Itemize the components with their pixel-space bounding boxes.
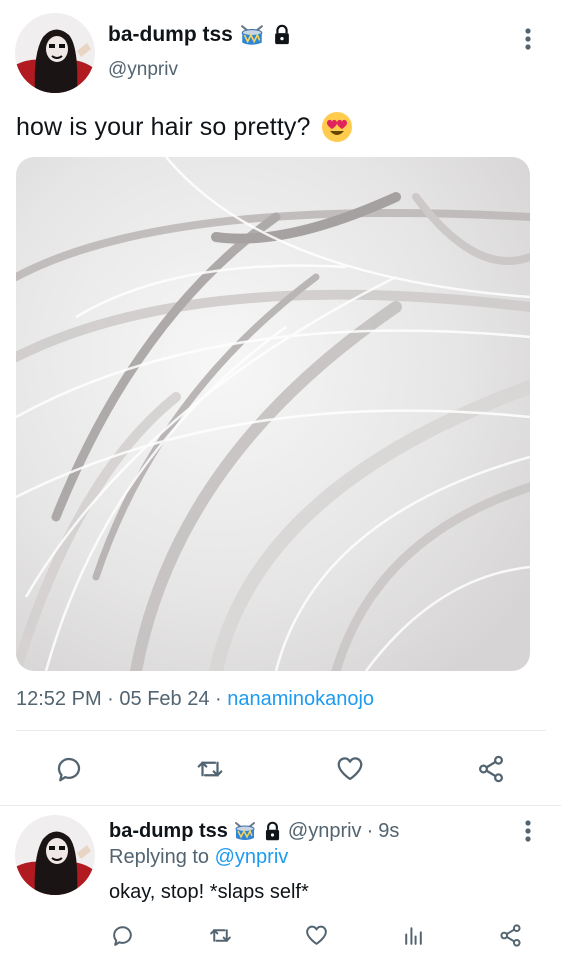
reply-retweet-button[interactable] [205,920,235,950]
tweet-text-row: how is your hair so pretty? [16,111,353,143]
drum-icon [233,819,257,843]
tweet-meta: 12:52 PM · 05 Feb 24 · nanaminokanojo [16,688,374,711]
reply-dot: · [366,819,374,842]
more-vertical-icon [525,28,531,50]
reply-handle[interactable]: @ynpriv [288,820,362,843]
reply-more-options-button[interactable] [516,816,540,846]
divider [16,730,546,731]
replying-to-prefix: Replying to [109,846,210,868]
tweet-text: how is your hair so pretty? [16,112,311,141]
author-name-row[interactable]: ba-dump tss [108,22,293,48]
reply-button[interactable] [52,752,86,786]
author-avatar[interactable] [15,13,95,93]
author-handle[interactable]: @ynpriv [108,59,178,81]
reply-like-button[interactable] [301,920,331,950]
lock-icon [271,24,293,46]
more-vertical-icon [525,820,531,842]
heart-eyes-emoji [321,112,352,142]
tweet-source-link[interactable]: nanaminokanojo [227,688,374,710]
meta-separator: · [107,688,114,710]
retweet-icon [197,761,223,777]
like-icon [337,757,363,781]
tweet-media[interactable] [16,157,530,671]
share-button[interactable] [474,752,508,786]
reply-share-button[interactable] [495,920,525,950]
reply-header: ba-dump tss @ynpriv · 9s [109,819,399,843]
like-icon [305,925,327,945]
analytics-icon [404,926,422,945]
replying-to-line: Replying to @ynpriv [109,846,288,869]
reply-analytics-button[interactable] [398,920,428,950]
reply-author-avatar[interactable] [15,815,95,895]
share-icon [499,923,521,947]
like-button[interactable] [333,752,367,786]
drum-icon [239,22,265,48]
tweet-date[interactable]: 05 Feb 24 [119,688,209,710]
share-icon [478,755,504,783]
retweet-button[interactable] [193,752,227,786]
avatar-image [15,815,95,895]
avatar-image [15,13,95,93]
author-display-name[interactable]: ba-dump tss [108,23,233,47]
reply-text: okay, stop! *slaps self* [109,881,309,903]
reply-icon [112,925,132,946]
retweet-icon [209,928,231,942]
replying-to-mention[interactable]: @ynpriv [215,846,289,868]
tweet-time[interactable]: 12:52 PM [16,688,102,710]
reply-icon [57,757,81,782]
meta-separator: · [215,688,222,710]
media-image [16,157,530,671]
lock-icon [262,821,283,842]
divider [0,805,561,806]
reply-reply-button[interactable] [107,920,137,950]
reply-age[interactable]: 9s [378,820,399,843]
reply-display-name[interactable]: ba-dump tss [109,820,228,843]
more-options-button[interactable] [516,24,540,54]
